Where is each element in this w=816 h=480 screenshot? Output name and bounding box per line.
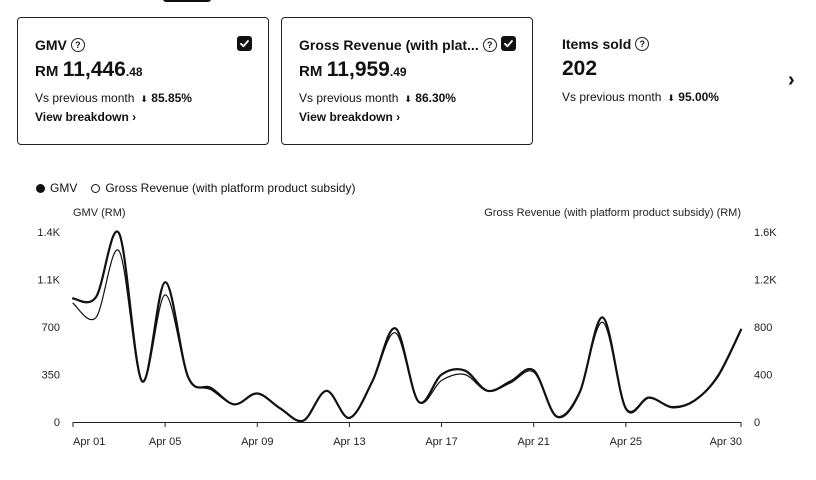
x-tick-label: Apr 21 — [517, 436, 549, 448]
line-chart: GMV (RM) Gross Revenue (with platform pro… — [37, 207, 777, 448]
y-tick-left-label: 350 — [42, 370, 60, 382]
series-line-gmv[interactable] — [71, 230, 743, 423]
x-tick-label: Apr 17 — [425, 436, 457, 448]
x-tick-label: Apr 30 — [710, 436, 742, 448]
y-tick-right-label: 1.2K — [754, 275, 777, 287]
x-tick-label: Apr 05 — [149, 436, 181, 448]
y-tick-right-label: 0 — [754, 417, 760, 429]
y-tick-left-label: 700 — [42, 322, 60, 334]
y-tick-right-label: 400 — [754, 370, 772, 382]
x-tick-label: Apr 09 — [241, 436, 273, 448]
x-tick-label: Apr 25 — [610, 436, 642, 448]
x-tick-label: Apr 13 — [333, 436, 365, 448]
y-tick-right-label: 800 — [754, 322, 772, 334]
y-tick-left-label: 1.4K — [37, 227, 60, 239]
y-tick-left-label: 0 — [54, 417, 60, 429]
y-axis-right-title: Gross Revenue (with platform product sub… — [484, 207, 741, 219]
y-tick-left-label: 1.1K — [37, 275, 60, 287]
series-line-gross-revenue[interactable] — [72, 249, 742, 422]
y-axis-left-title: GMV (RM) — [73, 207, 126, 219]
x-tick-label: Apr 01 — [73, 436, 105, 448]
y-tick-right-label: 1.6K — [754, 227, 777, 239]
